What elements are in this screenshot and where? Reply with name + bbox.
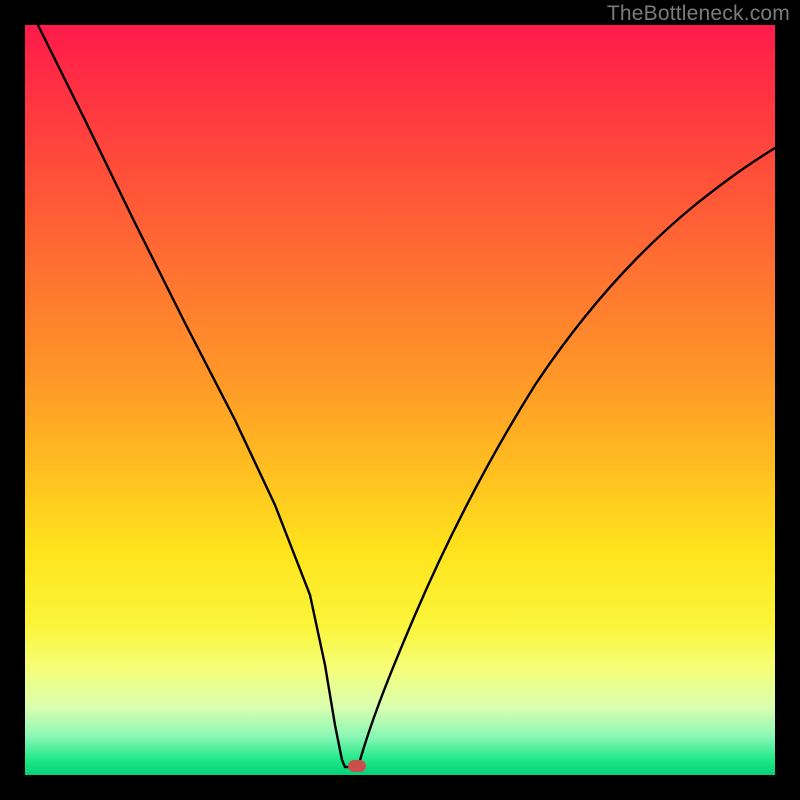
plot-area [25, 25, 775, 775]
watermark-text: TheBottleneck.com [607, 2, 790, 26]
bottleneck-curve [25, 25, 775, 775]
outer-frame: TheBottleneck.com [0, 0, 800, 800]
minimum-marker [348, 760, 366, 772]
